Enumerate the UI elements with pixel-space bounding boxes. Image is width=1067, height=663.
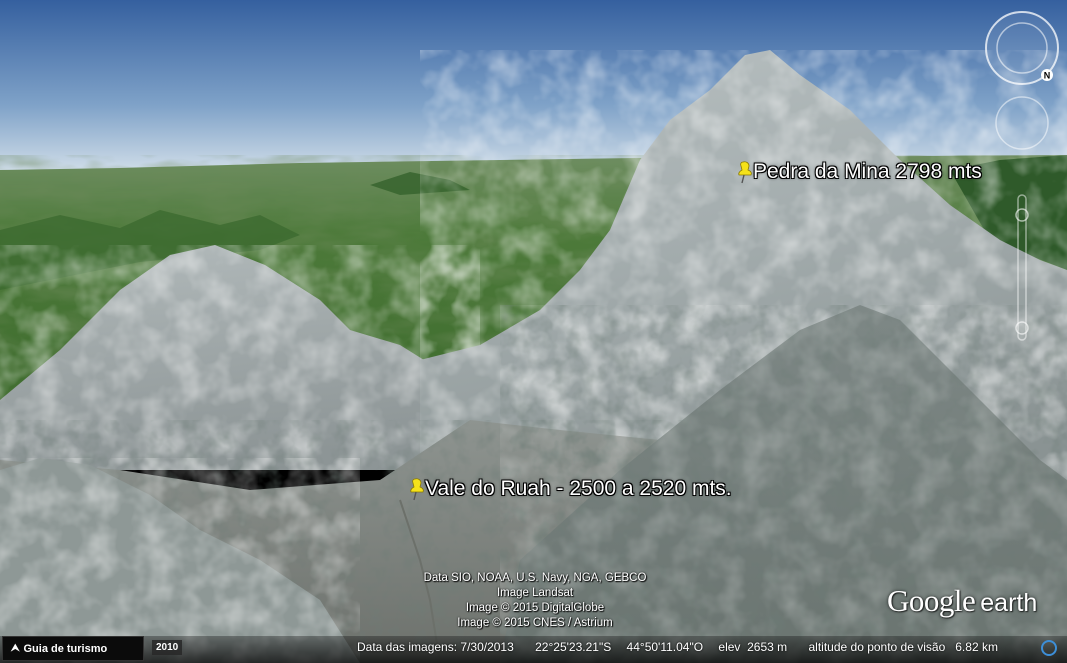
latitude-readout: 22°25'23.21"S [535, 640, 612, 654]
zoom-slider[interactable] [1015, 194, 1029, 341]
tour-guide-label: Guia de turismo [23, 642, 108, 655]
google-earth-logo: Google earth [887, 583, 1037, 619]
map-view[interactable]: Pedra da Mina 2798 mts Vale do Ruah - 25… [0, 0, 1067, 663]
elevation-readout: elev 2653 m [718, 640, 788, 654]
north-indicator[interactable]: N [1041, 69, 1053, 81]
placemark-pedra-da-mina[interactable]: Pedra da Mina 2798 mts [733, 160, 982, 184]
placemark-vale-do-ruah[interactable]: Vale do Ruah - 2500 a 2520 mts. [405, 477, 732, 501]
attribution-line: Image © 2015 CNES / Astrium [457, 617, 613, 629]
placemark-label: Pedra da Mina 2798 mts [753, 160, 982, 183]
pushpin-icon [410, 478, 424, 501]
navigation-controls[interactable]: N [982, 10, 1062, 350]
look-joystick[interactable] [995, 96, 1049, 150]
attribution-line: Image © 2015 DigitalGlobe [465, 602, 605, 614]
loading-indicator-icon [1041, 640, 1057, 656]
tour-guide-button[interactable]: ⮝ Guia de turismo [2, 636, 144, 661]
status-readout: Data das imagens: 7/30/2013 22°25'23.21"… [357, 640, 1010, 654]
chevron-up-icon: ⮝ [11, 643, 20, 654]
north-label: N [1044, 71, 1051, 81]
terrain-3d-view[interactable] [0, 0, 1067, 663]
pushpin-icon [738, 161, 752, 184]
placemark-label: Vale do Ruah - 2500 a 2520 mts. [425, 477, 732, 500]
attribution-line: Image Landsat [496, 587, 574, 599]
imagery-date: Data das imagens: 7/30/2013 [357, 640, 514, 654]
logo-google-text: Google [887, 583, 976, 618]
eye-altitude-readout: altitude do ponto de visão 6.82 km [808, 640, 998, 654]
imagery-attribution: Data SIO, NOAA, U.S. Navy, NGA, GEBCO Im… [380, 571, 690, 631]
logo-earth-text: earth [980, 589, 1038, 617]
longitude-readout: 44°50'11.04"O [626, 640, 704, 654]
historical-imagery-year[interactable]: 2010 [152, 640, 183, 655]
attribution-line: Data SIO, NOAA, U.S. Navy, NGA, GEBCO [423, 572, 647, 584]
